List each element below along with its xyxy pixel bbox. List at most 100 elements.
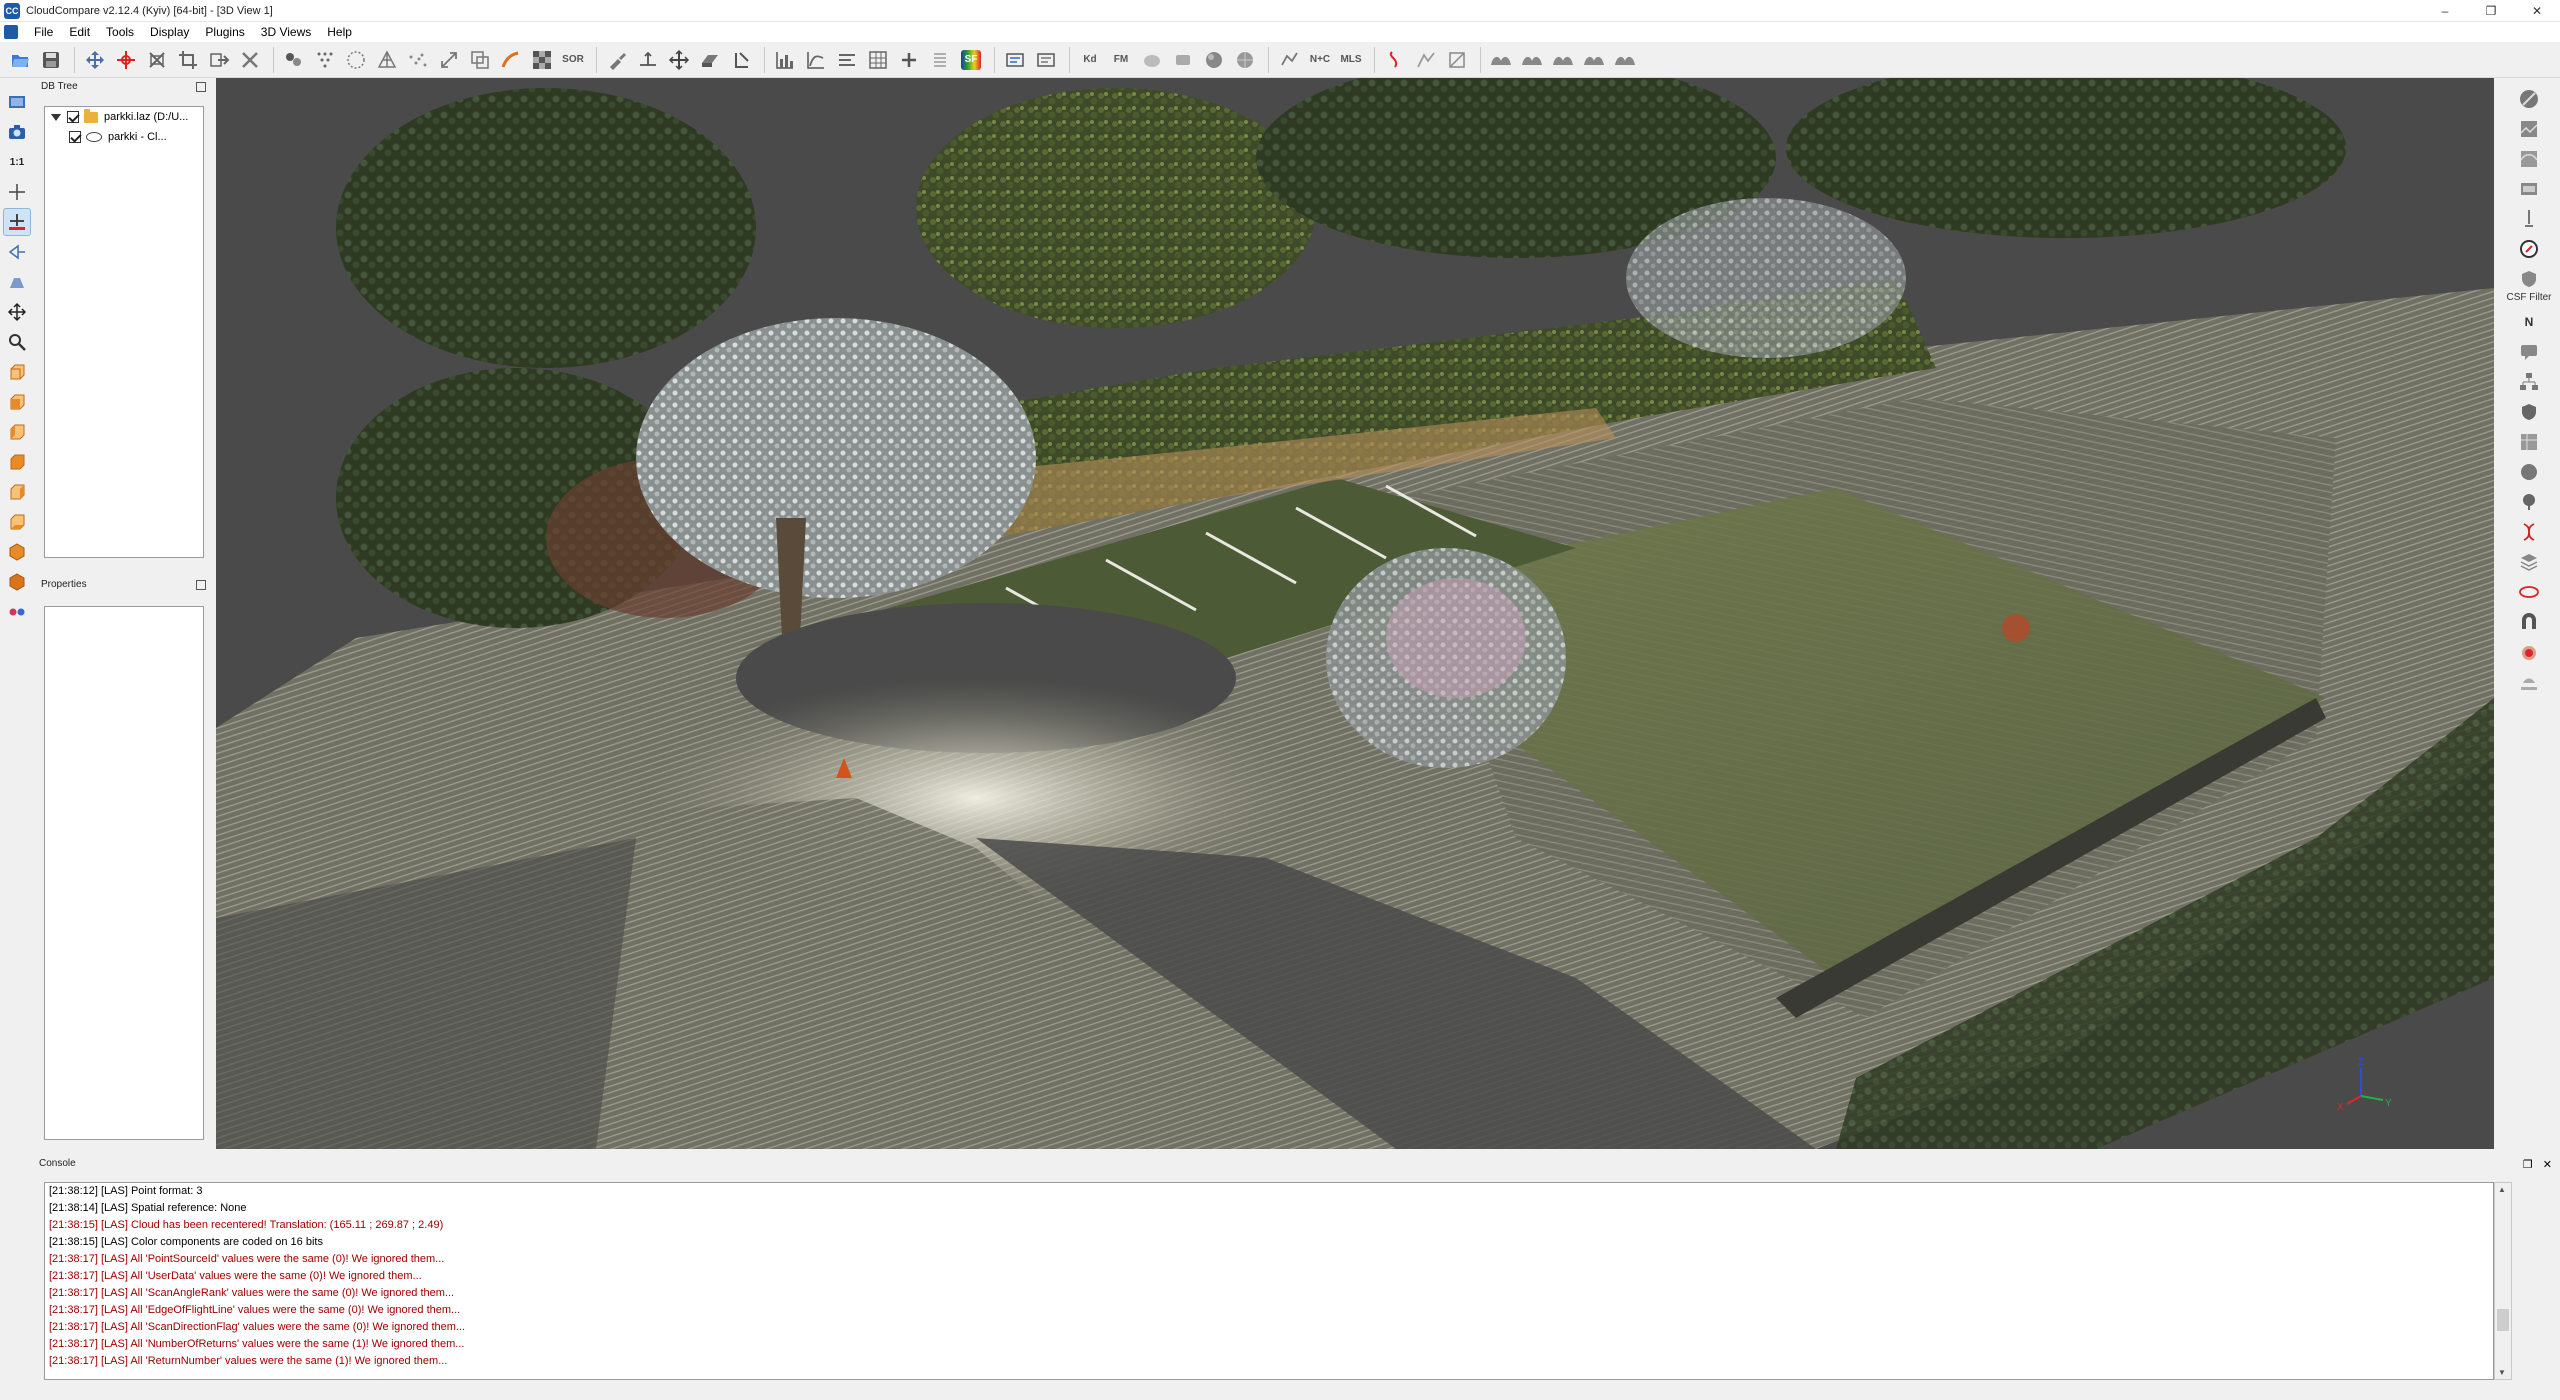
mesh-icon[interactable] — [373, 46, 401, 74]
statistics-icon[interactable] — [833, 46, 861, 74]
sample-points-icon[interactable] — [342, 46, 370, 74]
lighting-icon[interactable] — [3, 268, 31, 296]
sf-list-icon[interactable] — [926, 46, 954, 74]
db-tree-float-button[interactable] — [196, 82, 206, 92]
zoom-1-1-icon[interactable]: 1:1 — [3, 148, 31, 176]
map-icon[interactable] — [2516, 429, 2542, 455]
menu-file[interactable]: File — [26, 22, 61, 42]
ground-icon[interactable] — [2516, 669, 2542, 695]
ellipse-icon[interactable] — [2516, 579, 2542, 605]
brush-icon[interactable] — [603, 46, 631, 74]
pivot-icon[interactable] — [3, 178, 31, 206]
stereo-icon[interactable] — [3, 598, 31, 626]
tree-icon[interactable] — [2516, 489, 2542, 515]
fast-marching-button[interactable]: FM — [1107, 46, 1135, 74]
dna-icon[interactable] — [2516, 519, 2542, 545]
console-float-icon[interactable]: ❐ — [2523, 1158, 2533, 1171]
badge-icon[interactable] — [2516, 399, 2542, 425]
canopy-1-icon[interactable] — [1487, 46, 1515, 74]
console-scrollbar[interactable]: ▲ ▼ — [2494, 1182, 2512, 1380]
apple-icon[interactable] — [2516, 639, 2542, 665]
root-visibility-checkbox[interactable] — [67, 111, 79, 123]
view-bottom-icon[interactable] — [3, 508, 31, 536]
view-front-icon[interactable] — [3, 388, 31, 416]
export-icon[interactable] — [205, 46, 233, 74]
maximize-button[interactable]: ❐ — [2468, 0, 2514, 22]
save-icon[interactable] — [37, 46, 65, 74]
mls-button[interactable]: MLS — [1337, 46, 1365, 74]
cloud-icon[interactable] — [1138, 46, 1166, 74]
layers-icon[interactable] — [2516, 549, 2542, 575]
north-arrow-icon[interactable]: N — [2516, 309, 2542, 335]
cloth-filter-icon[interactable] — [1412, 46, 1440, 74]
view-iso2-icon[interactable] — [3, 568, 31, 596]
point-cloud-render[interactable]: Z Y X — [216, 78, 2494, 1149]
bridge-icon[interactable] — [2516, 146, 2542, 172]
arch-icon[interactable] — [2516, 609, 2542, 635]
curve-icon[interactable] — [802, 46, 830, 74]
translate-rotate-icon[interactable] — [81, 46, 109, 74]
properties-float-button[interactable] — [196, 580, 206, 590]
view-iso-icon[interactable] — [3, 538, 31, 566]
scroll-down-icon[interactable]: ▼ — [2498, 1368, 2506, 1377]
n-c-button[interactable]: N+C — [1306, 46, 1334, 74]
open-file-icon[interactable] — [6, 46, 34, 74]
scale-icon[interactable] — [435, 46, 463, 74]
view-top-icon[interactable] — [3, 358, 31, 386]
minimize-button[interactable]: – — [2422, 0, 2468, 22]
sphere-fit-icon[interactable] — [2516, 459, 2542, 485]
grid-icon[interactable] — [864, 46, 892, 74]
qualitative-icon[interactable] — [2516, 116, 2542, 142]
sor-filter-button[interactable]: SOR — [559, 46, 587, 74]
scroll-thumb[interactable] — [2497, 1309, 2509, 1331]
auto-pivot-icon[interactable] — [3, 208, 31, 236]
align-icon[interactable] — [665, 46, 693, 74]
zoom-icon[interactable] — [3, 328, 31, 356]
canopy-3-icon[interactable] — [1549, 46, 1577, 74]
hough-normals-icon[interactable] — [1275, 46, 1303, 74]
scroll-up-icon[interactable]: ▲ — [2498, 1185, 2506, 1194]
3d-view[interactable]: Z Y X — [216, 78, 2494, 1149]
cloud-visibility-checkbox[interactable] — [69, 131, 81, 143]
tree-item-root[interactable]: parkki.laz (D:/U... — [45, 107, 203, 127]
subsample-icon[interactable] — [311, 46, 339, 74]
rasterize-icon[interactable] — [528, 46, 556, 74]
normals-icon[interactable] — [634, 46, 662, 74]
label-icon[interactable] — [1001, 46, 1029, 74]
csf-filter-label[interactable]: CSF Filter — [2507, 292, 2552, 303]
register-icon[interactable] — [1443, 46, 1471, 74]
db-tree-view[interactable]: parkki.laz (D:/U... parkki - Cl... — [44, 106, 204, 558]
canopy-5-icon[interactable] — [1611, 46, 1639, 74]
compass-icon[interactable] — [2516, 236, 2542, 262]
menu-display[interactable]: Display — [142, 22, 197, 42]
menu-tools[interactable]: Tools — [98, 22, 142, 42]
chat-icon[interactable] — [2516, 339, 2542, 365]
crop-icon[interactable] — [174, 46, 202, 74]
sf-button[interactable]: SF — [957, 46, 985, 74]
menu-plugins[interactable]: Plugins — [197, 22, 252, 42]
merge-icon[interactable] — [280, 46, 308, 74]
plane-fit-icon[interactable] — [696, 46, 724, 74]
shield-icon[interactable] — [2516, 266, 2542, 292]
console-log[interactable]: [21:38:12] [LAS] Point format: 3 [21:38:1… — [44, 1182, 2494, 1380]
close-button[interactable]: ✕ — [2514, 0, 2560, 22]
noise-filter-icon[interactable] — [404, 46, 432, 74]
delete-icon[interactable] — [236, 46, 264, 74]
menu-help[interactable]: Help — [319, 22, 360, 42]
filmstrip-icon[interactable] — [2516, 176, 2542, 202]
point-picking-icon[interactable] — [112, 46, 140, 74]
view-back-icon[interactable] — [3, 448, 31, 476]
tree-item-cloud[interactable]: parkki - Cl... — [45, 127, 203, 147]
view-right-icon[interactable] — [3, 478, 31, 506]
menu-edit[interactable]: Edit — [61, 22, 98, 42]
classify-icon[interactable] — [1032, 46, 1060, 74]
view-left-icon[interactable] — [3, 418, 31, 446]
hierarchy-icon[interactable] — [2516, 369, 2542, 395]
menu-3d-views[interactable]: 3D Views — [253, 22, 319, 42]
segment-icon[interactable] — [143, 46, 171, 74]
kd-tree-button[interactable]: Kd — [1076, 46, 1104, 74]
move-icon[interactable] — [3, 298, 31, 326]
histogram-icon[interactable] — [771, 46, 799, 74]
color-scale-icon[interactable] — [497, 46, 525, 74]
global-zoom-icon[interactable] — [3, 88, 31, 116]
